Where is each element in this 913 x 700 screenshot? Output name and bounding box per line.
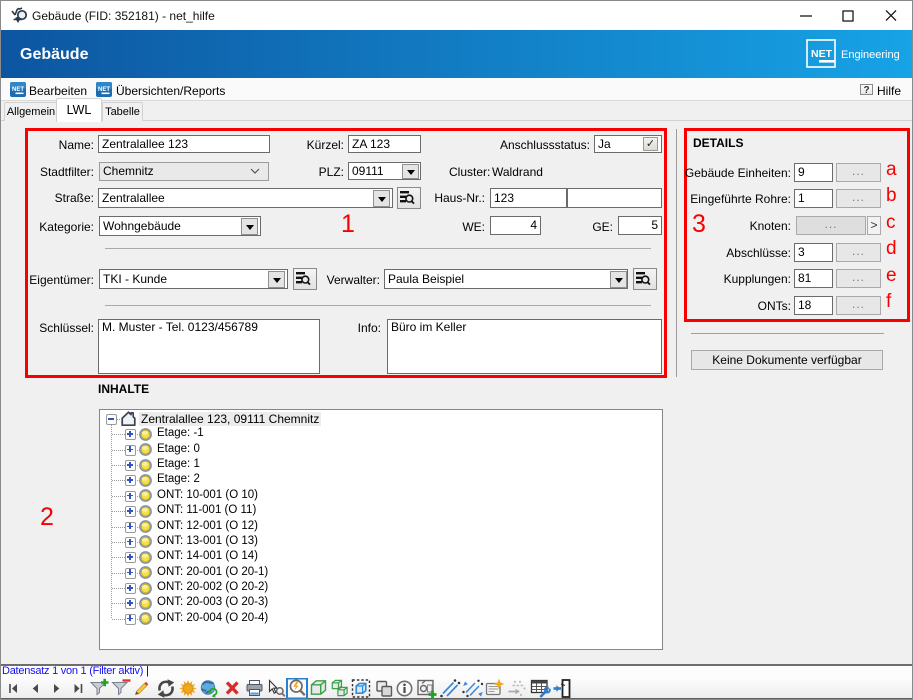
svg-text:Engineering: Engineering — [841, 49, 900, 61]
svg-text:NET: NET — [98, 87, 110, 93]
svg-text:NET: NET — [12, 87, 24, 93]
svg-text:NET: NET — [811, 48, 833, 60]
